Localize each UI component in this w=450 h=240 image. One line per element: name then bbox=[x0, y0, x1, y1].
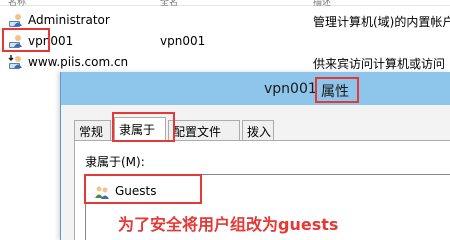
user-name: www.piis.com.cn bbox=[28, 55, 129, 69]
annotation-text: 为了安全将用户组改为guests bbox=[118, 215, 339, 234]
column-header-name[interactable]: 名称 bbox=[8, 0, 26, 8]
user-download-icon bbox=[8, 55, 22, 69]
list-header: 名称 全名 描述 bbox=[0, 0, 450, 8]
column-header-description[interactable]: 描述 bbox=[313, 0, 331, 8]
user-description: 供来宾访问计算机或访问 bbox=[313, 57, 446, 71]
highlight-box-title bbox=[315, 77, 359, 103]
user-row-vpn001[interactable]: vpn001 vpn001 bbox=[0, 31, 450, 51]
user-row-administrator[interactable]: Administrator 管理计算机(域)的内置帐户 bbox=[0, 10, 450, 30]
highlight-box-user bbox=[2, 28, 50, 52]
member-of-label: 隶属于(M): bbox=[85, 155, 145, 169]
user-fullname: vpn001 bbox=[160, 34, 206, 48]
tab-dial-in[interactable]: 拨入 bbox=[242, 120, 274, 140]
column-header-fullname[interactable]: 全名 bbox=[160, 0, 178, 8]
dialog-titlebar[interactable]: vpn001 属性 bbox=[61, 72, 450, 105]
user-description: 管理计算机(域)的内置帐户 bbox=[313, 15, 450, 29]
tab-general[interactable]: 常规 bbox=[74, 120, 111, 140]
tab-profile[interactable]: 配置文件 bbox=[168, 120, 240, 140]
user-name: Administrator bbox=[28, 13, 110, 27]
dialog-title-name: vpn001 bbox=[264, 81, 317, 97]
highlight-box-tab bbox=[112, 112, 175, 142]
highlight-box-group bbox=[84, 174, 202, 204]
user-row-www-piis[interactable]: www.piis.com.cn 供来宾访问计算机或访问 bbox=[0, 52, 450, 72]
user-icon bbox=[9, 14, 22, 27]
